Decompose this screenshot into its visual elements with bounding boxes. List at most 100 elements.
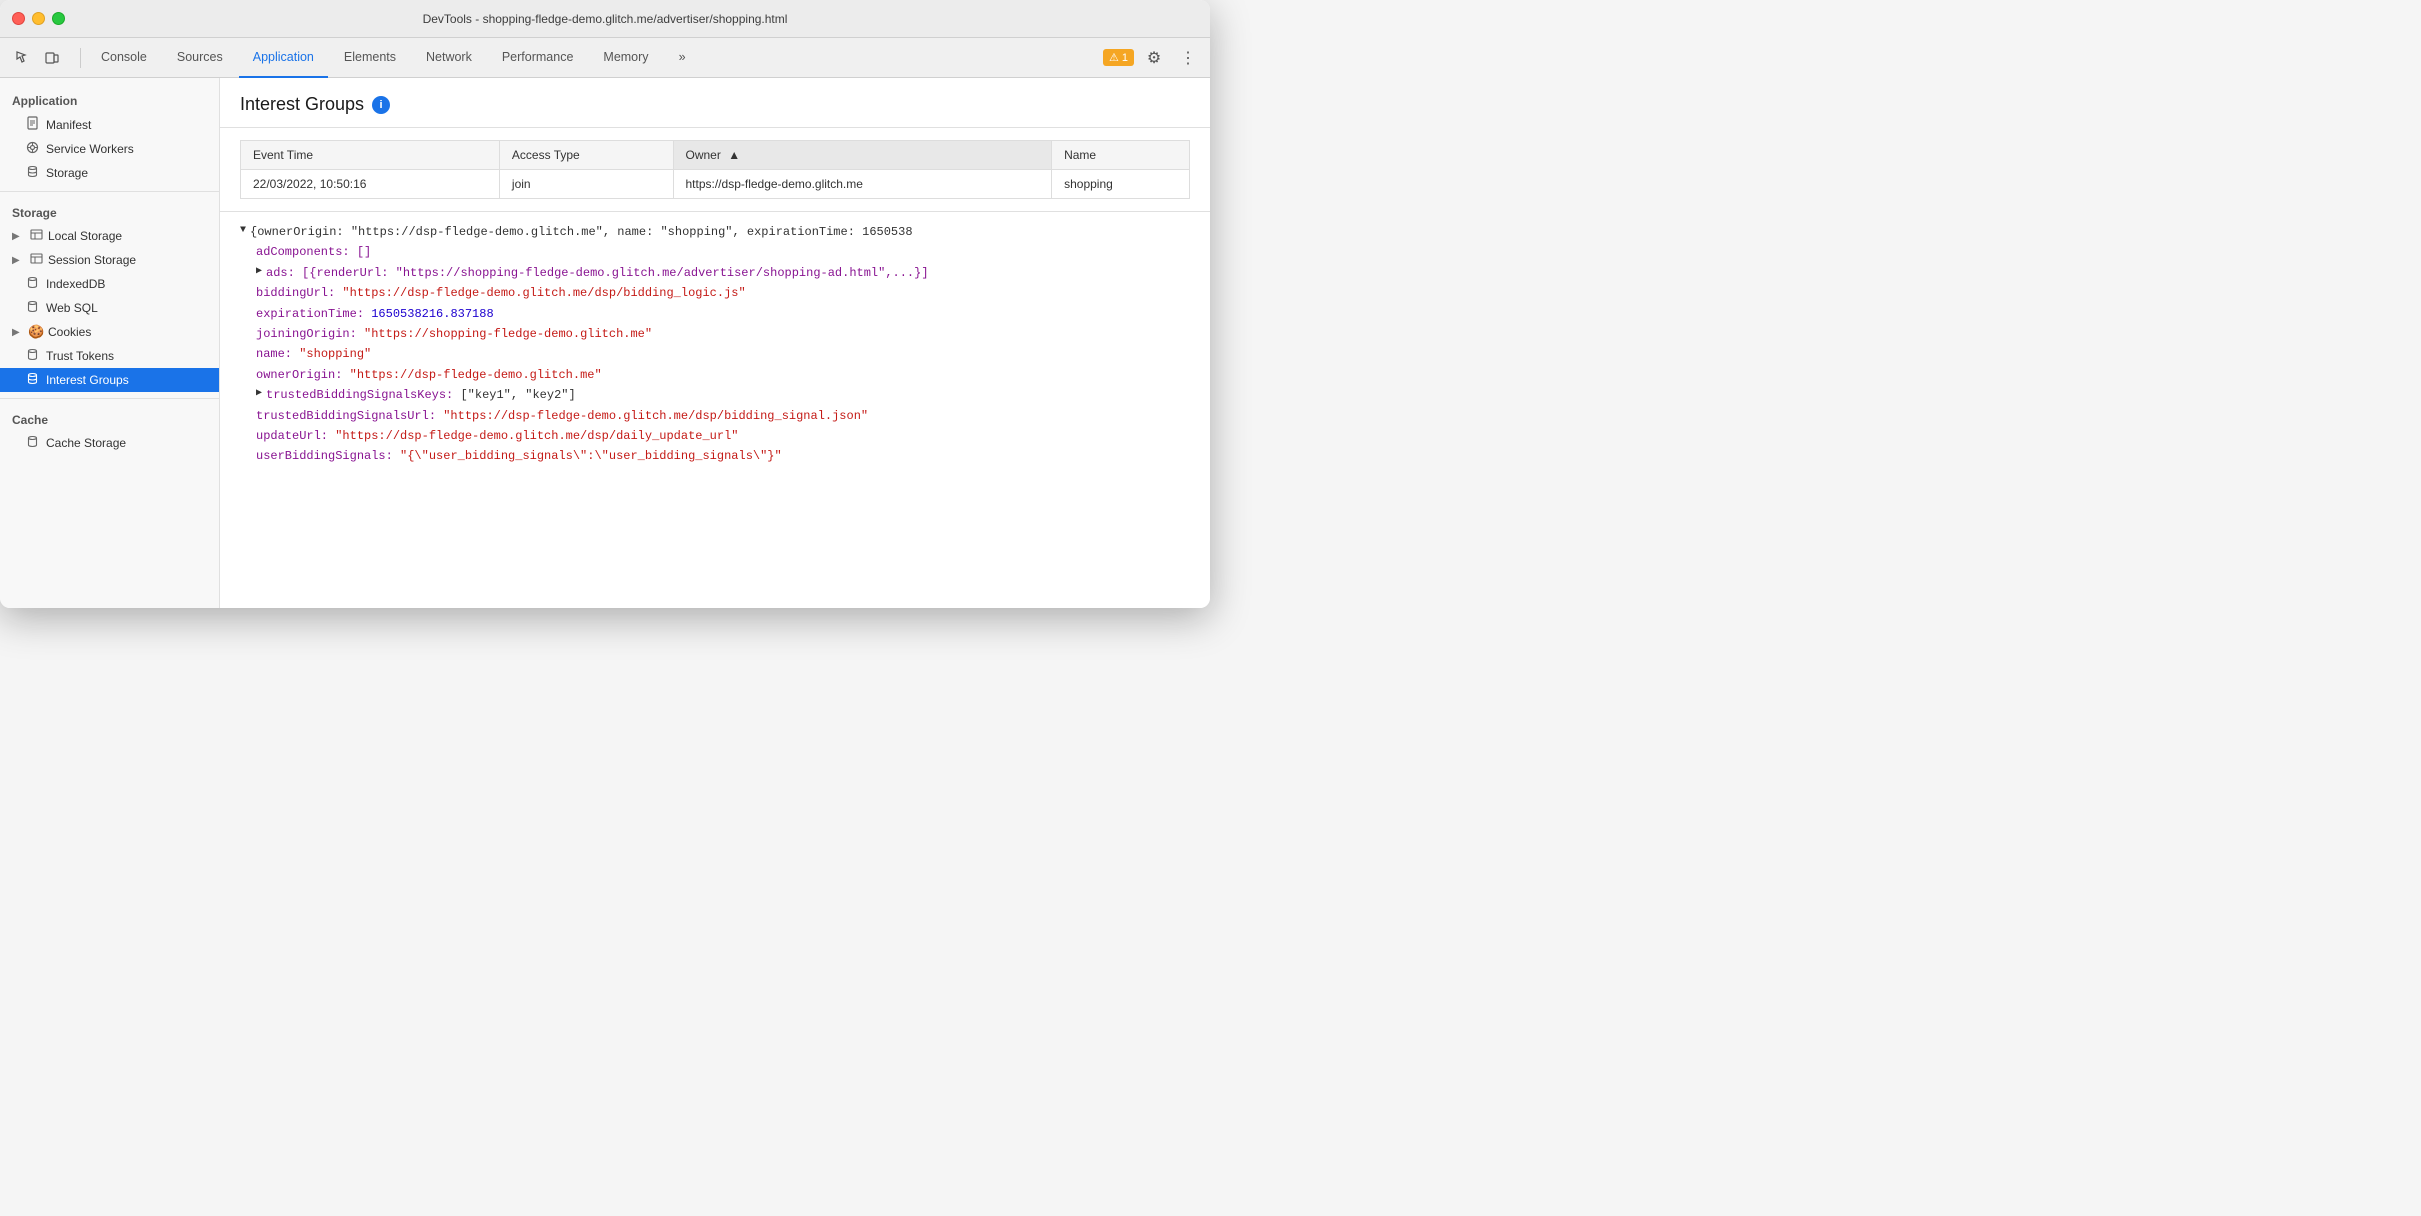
interest-groups-table: Event Time Access Type Owner ▲ Name 22/0… bbox=[240, 140, 1190, 199]
detail-title: Interest Groups bbox=[240, 94, 364, 115]
settings-icon[interactable]: ⚙ bbox=[1140, 44, 1168, 72]
expand-ads-icon[interactable]: ▶ bbox=[256, 263, 262, 280]
minimize-button[interactable] bbox=[32, 12, 45, 25]
session-storage-arrow: ▶ bbox=[12, 255, 24, 266]
cookies-icon: 🍪 bbox=[28, 324, 44, 340]
json-line-joining-origin: joiningOrigin: "https://shopping-fledge-… bbox=[240, 324, 1190, 344]
toolbar-right: ⚠ 1 ⚙ ⋮ bbox=[1103, 44, 1202, 72]
local-storage-arrow: ▶ bbox=[12, 231, 24, 242]
local-storage-icon bbox=[28, 228, 44, 244]
col-owner[interactable]: Owner ▲ bbox=[673, 141, 1052, 170]
tab-more[interactable]: » bbox=[665, 38, 700, 78]
tab-application[interactable]: Application bbox=[239, 38, 328, 78]
warning-count: 1 bbox=[1122, 52, 1128, 64]
json-line-trusted-url: trustedBiddingSignalsUrl: "https://dsp-f… bbox=[240, 406, 1190, 426]
tab-network[interactable]: Network bbox=[412, 38, 486, 78]
sort-arrow-icon: ▲ bbox=[728, 148, 740, 162]
sidebar-item-indexeddb[interactable]: IndexedDB bbox=[0, 272, 219, 296]
json-line-update-url: updateUrl: "https://dsp-fledge-demo.glit… bbox=[240, 426, 1190, 446]
sidebar-item-interest-groups[interactable]: Interest Groups bbox=[0, 368, 219, 392]
json-line-ads: ▶ ads: [{renderUrl: "https://shopping-fl… bbox=[240, 263, 1190, 283]
web-sql-icon bbox=[24, 300, 40, 316]
session-storage-label: Session Storage bbox=[48, 253, 136, 267]
detail-panel: Interest Groups i Event Time Access Type… bbox=[220, 78, 1210, 608]
json-detail: ▼ {ownerOrigin: "https://dsp-fledge-demo… bbox=[220, 212, 1210, 477]
sidebar-section-storage: Storage bbox=[0, 198, 219, 224]
json-line-expiration: expirationTime: 1650538216.837188 bbox=[240, 304, 1190, 324]
cookies-arrow: ▶ bbox=[12, 327, 24, 338]
sidebar-item-local-storage[interactable]: ▶ Local Storage bbox=[0, 224, 219, 248]
json-line-owner-origin: ownerOrigin: "https://dsp-fledge-demo.gl… bbox=[240, 365, 1190, 385]
sidebar-item-cookies[interactable]: ▶ 🍪 Cookies bbox=[0, 320, 219, 344]
cell-event-time: 22/03/2022, 10:50:16 bbox=[241, 170, 500, 199]
web-sql-label: Web SQL bbox=[46, 301, 98, 315]
tab-elements[interactable]: Elements bbox=[330, 38, 410, 78]
toolbar-icons bbox=[8, 44, 66, 72]
devtools-window: DevTools - shopping-fledge-demo.glitch.m… bbox=[0, 0, 1210, 608]
more-options-icon[interactable]: ⋮ bbox=[1174, 44, 1202, 72]
warning-icon: ⚠ bbox=[1109, 51, 1119, 64]
col-event-time[interactable]: Event Time bbox=[241, 141, 500, 170]
sidebar-section-application: Application bbox=[0, 86, 219, 112]
cell-name: shopping bbox=[1052, 170, 1190, 199]
sidebar-item-storage-app[interactable]: Storage bbox=[0, 161, 219, 185]
table-container: Event Time Access Type Owner ▲ Name 22/0… bbox=[220, 128, 1210, 212]
close-button[interactable] bbox=[12, 12, 25, 25]
indexeddb-label: IndexedDB bbox=[46, 277, 105, 291]
device-toggle-icon[interactable] bbox=[38, 44, 66, 72]
expand-root-icon[interactable]: ▼ bbox=[240, 222, 246, 239]
service-workers-label: Service Workers bbox=[46, 142, 134, 156]
warning-badge[interactable]: ⚠ 1 bbox=[1103, 49, 1134, 66]
session-storage-icon bbox=[28, 252, 44, 268]
sidebar-section-cache: Cache bbox=[0, 405, 219, 431]
traffic-lights bbox=[12, 12, 65, 25]
indexeddb-icon bbox=[24, 276, 40, 292]
manifest-icon bbox=[24, 116, 40, 133]
tab-sources[interactable]: Sources bbox=[163, 38, 237, 78]
json-line-trusted-keys: ▶ trustedBiddingSignalsKeys: ["key1", "k… bbox=[240, 385, 1190, 405]
maximize-button[interactable] bbox=[52, 12, 65, 25]
sidebar-divider-1 bbox=[0, 191, 219, 192]
tab-console[interactable]: Console bbox=[87, 38, 161, 78]
tab-performance[interactable]: Performance bbox=[488, 38, 588, 78]
storage-app-label: Storage bbox=[46, 166, 88, 180]
sidebar-item-cache-storage[interactable]: Cache Storage bbox=[0, 431, 219, 455]
toolbar-divider bbox=[80, 48, 81, 68]
interest-groups-label: Interest Groups bbox=[46, 373, 129, 387]
col-name[interactable]: Name bbox=[1052, 141, 1190, 170]
service-workers-icon bbox=[24, 141, 40, 157]
json-line-bidding-url: biddingUrl: "https://dsp-fledge-demo.gli… bbox=[240, 283, 1190, 303]
local-storage-label: Local Storage bbox=[48, 229, 122, 243]
json-line-user-bidding: userBiddingSignals: "{\"user_bidding_sig… bbox=[240, 446, 1190, 466]
sidebar-item-manifest[interactable]: Manifest bbox=[0, 112, 219, 137]
expand-trusted-keys-icon[interactable]: ▶ bbox=[256, 385, 262, 402]
sidebar-item-trust-tokens[interactable]: Trust Tokens bbox=[0, 344, 219, 368]
storage-icon bbox=[24, 165, 40, 181]
cookies-label: Cookies bbox=[48, 325, 91, 339]
trust-tokens-label: Trust Tokens bbox=[46, 349, 114, 363]
sidebar-item-service-workers[interactable]: Service Workers bbox=[0, 137, 219, 161]
detail-header: Interest Groups i bbox=[220, 78, 1210, 128]
sidebar-divider-2 bbox=[0, 398, 219, 399]
toolbar: Console Sources Application Elements Net… bbox=[0, 38, 1210, 78]
interest-groups-icon bbox=[24, 372, 40, 388]
cell-owner: https://dsp-fledge-demo.glitch.me bbox=[673, 170, 1052, 199]
cache-storage-icon bbox=[24, 435, 40, 451]
inspect-icon[interactable] bbox=[8, 44, 36, 72]
title-bar: DevTools - shopping-fledge-demo.glitch.m… bbox=[0, 0, 1210, 38]
main-content: Application Manifest bbox=[0, 78, 1210, 608]
tab-memory[interactable]: Memory bbox=[589, 38, 662, 78]
manifest-label: Manifest bbox=[46, 118, 91, 132]
window-title: DevTools - shopping-fledge-demo.glitch.m… bbox=[423, 12, 788, 26]
json-line-adcomponents: adComponents: [] bbox=[240, 242, 1190, 262]
sidebar-item-web-sql[interactable]: Web SQL bbox=[0, 296, 219, 320]
col-access-type[interactable]: Access Type bbox=[499, 141, 673, 170]
info-icon[interactable]: i bbox=[372, 96, 390, 114]
sidebar-item-session-storage[interactable]: ▶ Session Storage bbox=[0, 248, 219, 272]
cache-storage-label: Cache Storage bbox=[46, 436, 126, 450]
sidebar: Application Manifest bbox=[0, 78, 220, 608]
table-row[interactable]: 22/03/2022, 10:50:16 join https://dsp-fl… bbox=[241, 170, 1190, 199]
cell-access-type: join bbox=[499, 170, 673, 199]
json-line-name: name: "shopping" bbox=[240, 344, 1190, 364]
trust-tokens-icon bbox=[24, 348, 40, 364]
